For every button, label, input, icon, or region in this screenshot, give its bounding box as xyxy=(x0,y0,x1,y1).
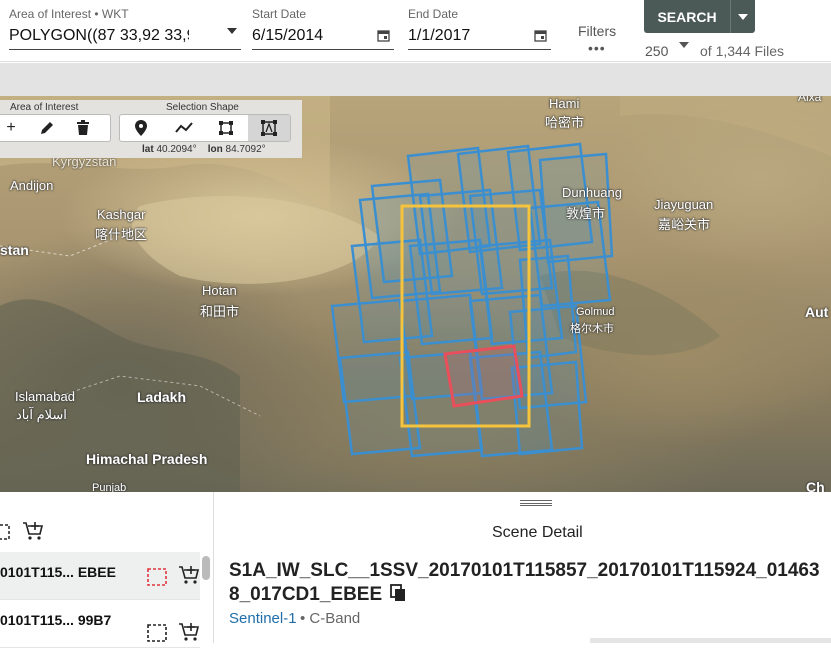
aoi-tools-label: Area of Interest xyxy=(10,102,79,113)
place-label: اسلام آباد xyxy=(16,407,67,422)
scene-name: 0101T115... 99B7 xyxy=(0,612,112,628)
lon-label: lon xyxy=(207,144,223,155)
place-label: 嘉峪关市 xyxy=(658,217,711,232)
place-label: Hami xyxy=(549,96,580,111)
lat-label: lat xyxy=(142,144,154,155)
aoi-label: Area of Interest • WKT xyxy=(9,7,129,21)
scene-list-item[interactable]: 0101T115... EBEE xyxy=(0,552,200,600)
end-date-label: End Date xyxy=(408,7,459,21)
band-label: • C-Band xyxy=(300,610,361,627)
trash-icon[interactable] xyxy=(65,115,101,141)
panel-resize-handle[interactable] xyxy=(520,500,552,506)
line-icon[interactable] xyxy=(163,115,206,141)
chevron-down-icon[interactable] xyxy=(679,42,689,48)
place-label: Punjab xyxy=(92,482,127,492)
platform-link[interactable]: Sentinel-1 xyxy=(229,610,297,627)
scene-id: S1A_IW_SLC__1SSV_20170101T115857_2017010… xyxy=(229,559,829,607)
selected-scene-footprint xyxy=(443,344,524,408)
point-icon[interactable] xyxy=(120,115,163,141)
search-header: Area of Interest • WKT POLYGON((87 33,92… xyxy=(0,0,831,62)
map-view[interactable]: Hami 哈密市 Kyrgyzstan Andijon Kashgar 喀什地区… xyxy=(0,96,831,492)
scene-list-header xyxy=(0,514,214,552)
polygon-icon[interactable] xyxy=(205,115,248,141)
filters-button[interactable]: Filters xyxy=(578,23,616,39)
place-label: Ladakh xyxy=(137,389,187,405)
add-to-cart-icon[interactable] xyxy=(178,565,200,585)
end-date-underline xyxy=(408,49,551,50)
scene-list-scrollbar[interactable] xyxy=(202,556,210,580)
place-label: 敦煌市 xyxy=(566,206,606,221)
place-label: Jiayuguan xyxy=(654,197,714,212)
aoi-tool-group: + xyxy=(0,114,111,142)
map-drawing-toolbar: Area of Interest Selection Shape + lat 4… xyxy=(0,100,302,158)
place-label: Ch xyxy=(806,479,825,492)
start-date-underline xyxy=(252,49,394,50)
results-timeline-band xyxy=(0,63,831,96)
calendar-icon[interactable] xyxy=(377,29,390,42)
results-panel: 0101T115... EBEE 0101T115... 99B7 Scene … xyxy=(0,492,831,648)
end-date-input[interactable]: 1/1/2017 xyxy=(408,27,470,45)
scene-detail-title: Scene Detail xyxy=(492,524,583,541)
aoi-field[interactable]: Area of Interest • WKT POLYGON((87 33,92… xyxy=(9,0,241,52)
aoi-dropdown-icon[interactable] xyxy=(227,28,237,34)
place-label: stan xyxy=(0,242,29,258)
scene-list-item[interactable]: 0101T115... 99B7 xyxy=(0,600,200,648)
add-to-cart-icon[interactable] xyxy=(178,622,200,642)
lon-value: 84.7092° xyxy=(225,144,266,155)
search-button[interactable]: SEARCH xyxy=(644,0,730,33)
place-label: 哈密市 xyxy=(545,115,585,130)
place-label: Golmud xyxy=(576,306,615,318)
place-label: Aut xyxy=(805,304,829,320)
plus-icon[interactable]: + xyxy=(0,115,29,141)
selection-shape-group xyxy=(119,114,291,142)
place-label: Dunhuang xyxy=(562,185,622,200)
place-label: Himachal Pradesh xyxy=(86,451,208,467)
more-dots-icon[interactable]: ••• xyxy=(588,40,606,56)
lat-value: 40.2094° xyxy=(156,144,197,155)
end-date-field[interactable]: End Date 1/1/2017 xyxy=(408,0,551,52)
results-per-page-select[interactable]: 250 xyxy=(645,43,668,59)
calendar-icon[interactable] xyxy=(534,29,547,42)
search-options-dropdown-icon[interactable] xyxy=(730,0,755,33)
place-label: Kashgar xyxy=(97,207,146,222)
place-label: 和田市 xyxy=(200,304,240,319)
place-label: Alxa xyxy=(798,96,822,104)
place-label: Andijon xyxy=(10,178,54,193)
zoom-to-scene-icon[interactable] xyxy=(147,624,167,642)
aoi-input[interactable]: POLYGON((87 33,92 33,92 xyxy=(9,27,189,45)
selection-shape-label: Selection Shape xyxy=(166,102,239,113)
total-files-count: of 1,344 Files xyxy=(700,43,785,59)
detail-scrollbar-track xyxy=(590,638,831,643)
place-label: Islamabad xyxy=(15,389,75,404)
copy-icon[interactable] xyxy=(390,584,406,602)
pencil-icon[interactable] xyxy=(29,115,65,141)
zoom-to-scene-icon[interactable] xyxy=(147,568,167,586)
add-all-to-cart-icon[interactable] xyxy=(22,521,44,541)
aoi-underline xyxy=(9,49,241,50)
place-label: 格尔木市 xyxy=(570,323,614,335)
cursor-coordinates: lat 40.2094° lon 84.7092° xyxy=(142,144,266,155)
scene-id-text: S1A_IW_SLC__1SSV_20170101T115857_2017010… xyxy=(229,560,820,605)
place-label: Hotan xyxy=(202,283,237,298)
start-date-label: Start Date xyxy=(252,7,307,21)
box-icon[interactable] xyxy=(247,115,290,141)
scene-list-panel: 0101T115... EBEE 0101T115... 99B7 xyxy=(0,492,214,648)
zoom-to-results-icon[interactable] xyxy=(0,524,10,540)
place-label: 喀什地区 xyxy=(95,227,148,242)
start-date-field[interactable]: Start Date 6/15/2014 xyxy=(252,0,394,52)
start-date-input[interactable]: 6/15/2014 xyxy=(252,27,323,45)
scene-name: 0101T115... EBEE xyxy=(0,564,116,580)
